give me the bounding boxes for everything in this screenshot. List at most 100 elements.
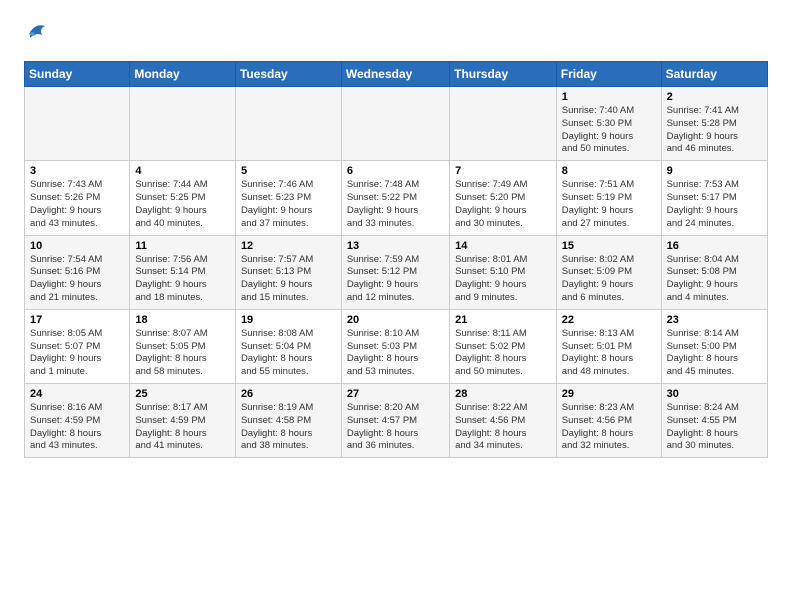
day-cell: 17 Sunrise: 8:05 AM Sunset: 5:07 PM Dayli… (25, 309, 130, 383)
day-cell: 20 Sunrise: 8:10 AM Sunset: 5:03 PM Dayli… (341, 309, 449, 383)
header (24, 20, 768, 49)
day-cell: 1Sunrise: 7:40 AM Sunset: 5:30 PM Daylig… (556, 87, 661, 161)
day-cell: 5Sunrise: 7:46 AM Sunset: 5:23 PM Daylig… (235, 161, 341, 235)
day-info: Sunrise: 7:48 AM Sunset: 5:22 PM Dayligh… (347, 179, 444, 230)
day-number: 25 (135, 388, 230, 400)
day-info: Sunrise: 8:14 AM Sunset: 5:00 PM Dayligh… (667, 328, 762, 379)
day-cell: 22 Sunrise: 8:13 AM Sunset: 5:01 PM Dayli… (556, 309, 661, 383)
weekday-sunday: Sunday (25, 62, 130, 87)
day-number: 22 (562, 314, 656, 326)
week-row-4: 24 Sunrise: 8:16 AM Sunset: 4:59 PM Dayli… (25, 384, 768, 458)
day-cell: 13 Sunrise: 7:59 AM Sunset: 5:12 PM Dayli… (341, 235, 449, 309)
day-number: 2 (667, 91, 762, 103)
week-row-0: 1Sunrise: 7:40 AM Sunset: 5:30 PM Daylig… (25, 87, 768, 161)
day-number: 24 (30, 388, 124, 400)
day-cell: 16Sunrise: 8:04 AM Sunset: 5:08 PM Dayli… (661, 235, 767, 309)
day-number: 7 (455, 165, 551, 177)
day-info: Sunrise: 7:41 AM Sunset: 5:28 PM Dayligh… (667, 105, 762, 156)
day-info: Sunrise: 7:44 AM Sunset: 5:25 PM Dayligh… (135, 179, 230, 230)
day-cell: 28 Sunrise: 8:22 AM Sunset: 4:56 PM Dayli… (450, 384, 557, 458)
day-info: Sunrise: 7:56 AM Sunset: 5:14 PM Dayligh… (135, 254, 230, 305)
day-cell: 19 Sunrise: 8:08 AM Sunset: 5:04 PM Dayli… (235, 309, 341, 383)
day-cell: 27 Sunrise: 8:20 AM Sunset: 4:57 PM Dayli… (341, 384, 449, 458)
logo-icon (24, 20, 48, 49)
day-info: Sunrise: 8:11 AM Sunset: 5:02 PM Dayligh… (455, 328, 551, 379)
day-cell: 30 Sunrise: 8:24 AM Sunset: 4:55 PM Dayli… (661, 384, 767, 458)
day-number: 27 (347, 388, 444, 400)
day-number: 13 (347, 240, 444, 252)
day-info: Sunrise: 8:20 AM Sunset: 4:57 PM Dayligh… (347, 402, 444, 453)
day-cell (25, 87, 130, 161)
day-cell: 14 Sunrise: 8:01 AM Sunset: 5:10 PM Dayli… (450, 235, 557, 309)
day-number: 8 (562, 165, 656, 177)
day-info: Sunrise: 7:59 AM Sunset: 5:12 PM Dayligh… (347, 254, 444, 305)
day-cell: 25 Sunrise: 8:17 AM Sunset: 4:59 PM Dayli… (130, 384, 236, 458)
day-info: Sunrise: 8:04 AM Sunset: 5:08 PM Dayligh… (667, 254, 762, 305)
day-cell: 24 Sunrise: 8:16 AM Sunset: 4:59 PM Dayli… (25, 384, 130, 458)
week-row-3: 17 Sunrise: 8:05 AM Sunset: 5:07 PM Dayli… (25, 309, 768, 383)
day-info: Sunrise: 7:54 AM Sunset: 5:16 PM Dayligh… (30, 254, 124, 305)
day-cell (450, 87, 557, 161)
day-cell: 15Sunrise: 8:02 AM Sunset: 5:09 PM Dayli… (556, 235, 661, 309)
day-number: 5 (241, 165, 336, 177)
day-number: 1 (562, 91, 656, 103)
day-cell: 23 Sunrise: 8:14 AM Sunset: 5:00 PM Dayli… (661, 309, 767, 383)
day-info: Sunrise: 8:02 AM Sunset: 5:09 PM Dayligh… (562, 254, 656, 305)
day-number: 29 (562, 388, 656, 400)
day-number: 9 (667, 165, 762, 177)
day-info: Sunrise: 8:16 AM Sunset: 4:59 PM Dayligh… (30, 402, 124, 453)
day-cell: 10 Sunrise: 7:54 AM Sunset: 5:16 PM Dayli… (25, 235, 130, 309)
day-info: Sunrise: 7:51 AM Sunset: 5:19 PM Dayligh… (562, 179, 656, 230)
day-number: 4 (135, 165, 230, 177)
day-cell (130, 87, 236, 161)
weekday-friday: Friday (556, 62, 661, 87)
day-info: Sunrise: 8:13 AM Sunset: 5:01 PM Dayligh… (562, 328, 656, 379)
day-number: 6 (347, 165, 444, 177)
day-cell: 29 Sunrise: 8:23 AM Sunset: 4:56 PM Dayli… (556, 384, 661, 458)
day-cell: 9Sunrise: 7:53 AM Sunset: 5:17 PM Daylig… (661, 161, 767, 235)
weekday-tuesday: Tuesday (235, 62, 341, 87)
day-cell: 3Sunrise: 7:43 AM Sunset: 5:26 PM Daylig… (25, 161, 130, 235)
day-info: Sunrise: 8:05 AM Sunset: 5:07 PM Dayligh… (30, 328, 124, 379)
day-number: 21 (455, 314, 551, 326)
day-number: 30 (667, 388, 762, 400)
day-info: Sunrise: 8:01 AM Sunset: 5:10 PM Dayligh… (455, 254, 551, 305)
calendar: SundayMondayTuesdayWednesdayThursdayFrid… (24, 61, 768, 458)
week-row-1: 3Sunrise: 7:43 AM Sunset: 5:26 PM Daylig… (25, 161, 768, 235)
day-number: 26 (241, 388, 336, 400)
day-number: 20 (347, 314, 444, 326)
day-info: Sunrise: 8:23 AM Sunset: 4:56 PM Dayligh… (562, 402, 656, 453)
day-info: Sunrise: 8:07 AM Sunset: 5:05 PM Dayligh… (135, 328, 230, 379)
logo (24, 20, 52, 49)
day-cell: 21 Sunrise: 8:11 AM Sunset: 5:02 PM Dayli… (450, 309, 557, 383)
day-number: 3 (30, 165, 124, 177)
day-cell: 6 Sunrise: 7:48 AM Sunset: 5:22 PM Daylig… (341, 161, 449, 235)
day-info: Sunrise: 8:17 AM Sunset: 4:59 PM Dayligh… (135, 402, 230, 453)
day-cell: 18Sunrise: 8:07 AM Sunset: 5:05 PM Dayli… (130, 309, 236, 383)
day-cell: 12 Sunrise: 7:57 AM Sunset: 5:13 PM Dayli… (235, 235, 341, 309)
weekday-monday: Monday (130, 62, 236, 87)
day-cell (341, 87, 449, 161)
day-info: Sunrise: 8:22 AM Sunset: 4:56 PM Dayligh… (455, 402, 551, 453)
day-number: 17 (30, 314, 124, 326)
day-number: 23 (667, 314, 762, 326)
day-cell: 26 Sunrise: 8:19 AM Sunset: 4:58 PM Dayli… (235, 384, 341, 458)
weekday-header-row: SundayMondayTuesdayWednesdayThursdayFrid… (25, 62, 768, 87)
day-cell (235, 87, 341, 161)
day-info: Sunrise: 7:57 AM Sunset: 5:13 PM Dayligh… (241, 254, 336, 305)
day-info: Sunrise: 8:19 AM Sunset: 4:58 PM Dayligh… (241, 402, 336, 453)
day-number: 11 (135, 240, 230, 252)
day-number: 28 (455, 388, 551, 400)
day-info: Sunrise: 8:10 AM Sunset: 5:03 PM Dayligh… (347, 328, 444, 379)
day-number: 19 (241, 314, 336, 326)
day-number: 14 (455, 240, 551, 252)
day-info: Sunrise: 8:08 AM Sunset: 5:04 PM Dayligh… (241, 328, 336, 379)
day-cell: 8 Sunrise: 7:51 AM Sunset: 5:19 PM Daylig… (556, 161, 661, 235)
day-number: 10 (30, 240, 124, 252)
day-cell: 11 Sunrise: 7:56 AM Sunset: 5:14 PM Dayli… (130, 235, 236, 309)
weekday-saturday: Saturday (661, 62, 767, 87)
day-cell: 2 Sunrise: 7:41 AM Sunset: 5:28 PM Daylig… (661, 87, 767, 161)
day-number: 12 (241, 240, 336, 252)
day-info: Sunrise: 8:24 AM Sunset: 4:55 PM Dayligh… (667, 402, 762, 453)
week-row-2: 10 Sunrise: 7:54 AM Sunset: 5:16 PM Dayli… (25, 235, 768, 309)
